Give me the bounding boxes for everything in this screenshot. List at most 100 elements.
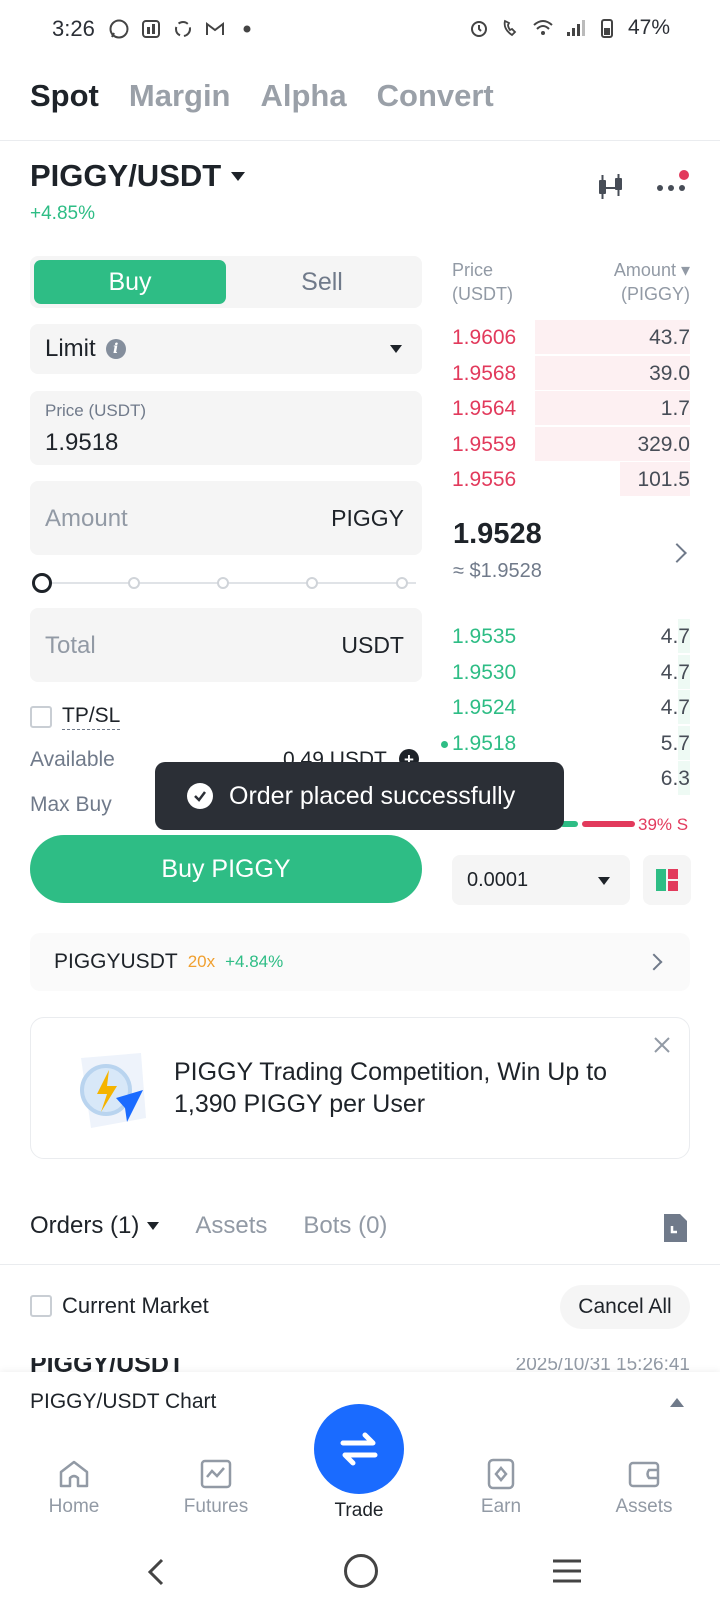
futures-icon [200,1459,232,1489]
pair-selector[interactable]: PIGGY/USDT [30,158,246,194]
home-icon [59,1460,89,1488]
tpsl-toggle[interactable]: TP/SL [30,704,121,730]
last-price: 1.9528 [453,518,542,550]
buy-sell-ratio-bar [560,821,635,827]
ask-row[interactable]: 1.9568 39.0 [440,355,690,390]
slider-handle[interactable] [32,573,52,593]
open-order-row[interactable]: PIGGY/USDT 2025/10/31 15:26:41 [0,1358,720,1372]
order-type-select[interactable]: Limit i [30,324,422,374]
ask-row[interactable]: 1.9564 1.7 [440,391,690,425]
order-history-icon[interactable] [660,1212,690,1244]
check-icon [187,783,213,809]
banner-text: PIGGY Trading Competition, Win Up to 1,3… [174,1058,608,1118]
bid-row[interactable]: 1.9524 4.7 [440,690,690,724]
ask-row[interactable]: 1.9606 43.7 [440,320,690,354]
wifi-call-icon [503,19,517,37]
home-circle-icon[interactable] [344,1554,378,1588]
competition-banner[interactable]: PIGGY Trading Competition, Win Up to 1,3… [30,1017,690,1159]
total-placeholder: Total [45,632,96,659]
slider-step-25[interactable] [128,577,140,589]
pair-change: +4.85% [30,203,95,224]
my-order-dot [441,740,448,748]
current-market-filter[interactable]: Current Market [30,1293,209,1319]
trade-swap-icon [340,1432,378,1466]
tab-alpha[interactable]: Alpha [261,78,347,114]
tab-spot[interactable]: Spot [30,78,99,114]
recent-apps-icon[interactable] [550,1556,584,1586]
nav-home[interactable]: Home [19,1458,129,1518]
bid-price: 1.9535 [452,625,517,648]
buy-tab[interactable]: Buy [34,260,226,304]
nav-earn[interactable]: Earn [446,1458,556,1518]
sell-tab[interactable]: Sell [226,260,418,304]
app-notification-icon [142,20,160,38]
bid-row[interactable]: 1.9535 4.7 [440,619,690,653]
ask-row[interactable]: 1.9559 329.0 [440,426,690,461]
slider-step-100[interactable] [396,577,408,589]
ask-price: 1.9559 [452,432,517,456]
chevron-right-icon [645,953,663,971]
whatsapp-icon [109,19,129,39]
orderbook-layout-button[interactable] [643,855,691,905]
ask-amount: 43.7 [649,326,690,349]
amount-unit: PIGGY [331,505,404,531]
total-unit: USDT [341,632,404,658]
futures-leverage: 20x [187,952,216,971]
amount-input[interactable]: Amount PIGGY [30,481,422,555]
bid-row[interactable]: 1.9530 4.7 [440,654,690,689]
bid-price: 1.9524 [452,696,517,719]
nav-futures[interactable]: Futures [161,1458,271,1518]
trade-mode-tabs: Spot Margin Alpha Convert [30,78,494,114]
ask-price: 1.9606 [452,326,517,349]
alarm-icon [470,21,487,37]
dot-icon [243,25,251,33]
chevron-right-icon[interactable] [667,543,687,563]
slider-step-50[interactable] [217,577,229,589]
orderbook-amount-header[interactable]: Amount ▾ (PIGGY) [614,258,690,306]
status-bar: 3:26 47% [0,0,720,60]
tpsl-checkbox[interactable] [30,706,52,728]
status-time: 3:26 [52,16,95,41]
wallet-icon [628,1461,660,1488]
bid-price: 1.9518 [452,731,517,755]
wifi-icon [533,20,553,35]
nav-trade-button[interactable] [314,1404,404,1494]
nav-assets[interactable]: Assets [589,1458,699,1518]
current-market-checkbox[interactable] [30,1295,52,1317]
ask-amount: 101.5 [637,468,690,491]
tab-bots[interactable]: Bots (0) [303,1212,387,1240]
ask-amount: 1.7 [660,397,690,420]
close-icon[interactable] [651,1034,673,1056]
bid-amount: 6.3 [660,767,690,790]
buy-submit-button[interactable]: Buy PIGGY [30,835,422,903]
price-value: 1.9518 [45,429,119,456]
candlestick-chart-icon[interactable] [594,170,628,204]
bid-row[interactable]: 1.9518 5.7 [440,725,690,760]
price-input[interactable]: Price (USDT) 1.9518 [30,391,422,465]
current-market-label: Current Market [62,1293,209,1318]
success-toast: Order placed successfully [155,762,564,830]
ask-price: 1.9564 [452,397,517,420]
tab-convert[interactable]: Convert [377,78,494,114]
more-options-icon[interactable] [654,168,690,204]
ask-amount: 329.0 [637,432,690,456]
buy-sell-toggle: Buy Sell [30,256,422,308]
recycle-icon [175,21,191,37]
divider [0,140,720,141]
tab-assets[interactable]: Assets [195,1212,267,1240]
info-icon[interactable]: i [105,339,126,359]
precision-value: 0.0001 [467,869,529,891]
total-input[interactable]: Total USDT [30,608,422,682]
chart-drawer-label: PIGGY/USDT Chart [30,1390,217,1413]
futures-link[interactable]: PIGGYUSDT 20x +4.84% [30,933,690,991]
bid-price: 1.9530 [452,660,517,684]
ask-row[interactable]: 1.9556 101.5 [440,462,690,496]
slider-step-75[interactable] [306,577,318,589]
amount-percent-slider[interactable] [32,572,420,594]
precision-select[interactable]: 0.0001 [452,855,630,905]
cancel-all-button[interactable]: Cancel All [560,1285,690,1329]
tab-orders[interactable]: Orders (1) [30,1212,160,1240]
tab-margin[interactable]: Margin [129,78,231,114]
back-icon[interactable] [140,1554,176,1590]
last-price-usd: ≈ $1.9528 [453,560,542,582]
